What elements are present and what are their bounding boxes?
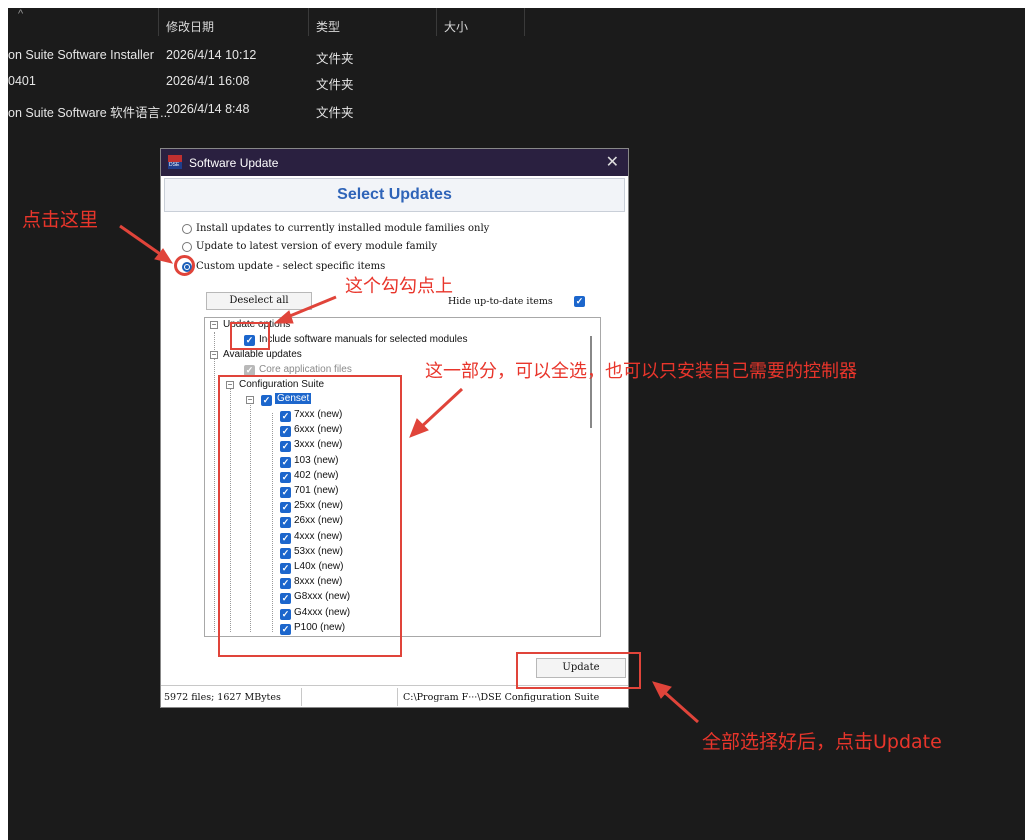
- select-updates-banner: Select Updates: [164, 178, 625, 212]
- deselect-all-button[interactable]: Deselect all: [206, 292, 312, 310]
- status-files: 5972 files; 1627 MBytes: [164, 692, 281, 703]
- annotation-tick-this: 这个勾勾点上: [345, 276, 453, 297]
- dse-app-icon: DSE: [168, 155, 182, 169]
- radio-icon[interactable]: [182, 224, 192, 234]
- annotation-box-manuals: [230, 322, 270, 350]
- file-type: 文件夹: [316, 78, 354, 92]
- annotation-box-tree: [218, 375, 402, 657]
- status-path: C:\Program F···\DSE Configuration Suite: [403, 692, 600, 703]
- file-row[interactable]: on Suite Software 软件语言... 2026/4/14 8:48…: [8, 98, 708, 120]
- file-date: 2026/4/1 16:08: [166, 74, 250, 88]
- annotation-circle: [174, 255, 195, 276]
- file-date: 2026/4/14 10:12: [166, 48, 257, 62]
- close-icon[interactable]: ✕: [606, 152, 619, 172]
- annotation-box-update: [516, 652, 641, 689]
- hide-up-to-date-label: Hide up-to-date items: [448, 296, 553, 307]
- file-type: 文件夹: [316, 52, 354, 66]
- tree-available-updates: Available updates: [223, 349, 302, 360]
- collapse-icon[interactable]: −: [210, 351, 218, 359]
- annotation-this-part: 这一部分，可以全选，也可以只安装自己需要的控制器: [425, 361, 857, 382]
- title-bar[interactable]: DSE Software Update ✕: [161, 149, 628, 176]
- annotation-after-select: 全部选择好后，点击Update: [702, 731, 942, 753]
- col-date[interactable]: 修改日期: [166, 18, 214, 35]
- annotation-click-here: 点击这里: [22, 209, 99, 231]
- file-row[interactable]: on Suite Software Installer 2026/4/14 10…: [8, 44, 708, 66]
- hide-up-to-date-checkbox[interactable]: ✓: [574, 296, 585, 307]
- collapse-icon[interactable]: −: [210, 321, 218, 329]
- radio-icon[interactable]: [182, 242, 192, 252]
- tree-core-files: Core application files: [259, 364, 352, 375]
- file-name: 0401: [8, 74, 36, 88]
- column-header: ^ 修改日期 类型 大小: [8, 8, 1025, 36]
- file-name: on Suite Software 软件语言...: [8, 106, 171, 120]
- col-type[interactable]: 类型: [316, 18, 340, 35]
- file-type: 文件夹: [316, 106, 354, 120]
- tree-include-manuals: Include software manuals for selected mo…: [259, 334, 468, 345]
- dialog-title: Software Update: [189, 156, 279, 170]
- file-row[interactable]: 0401 2026/4/1 16:08 文件夹: [8, 70, 708, 92]
- file-name: on Suite Software Installer: [8, 48, 154, 62]
- col-size[interactable]: 大小: [444, 18, 468, 35]
- sort-up-icon[interactable]: ^: [18, 8, 23, 20]
- file-date: 2026/4/14 8:48: [166, 102, 250, 116]
